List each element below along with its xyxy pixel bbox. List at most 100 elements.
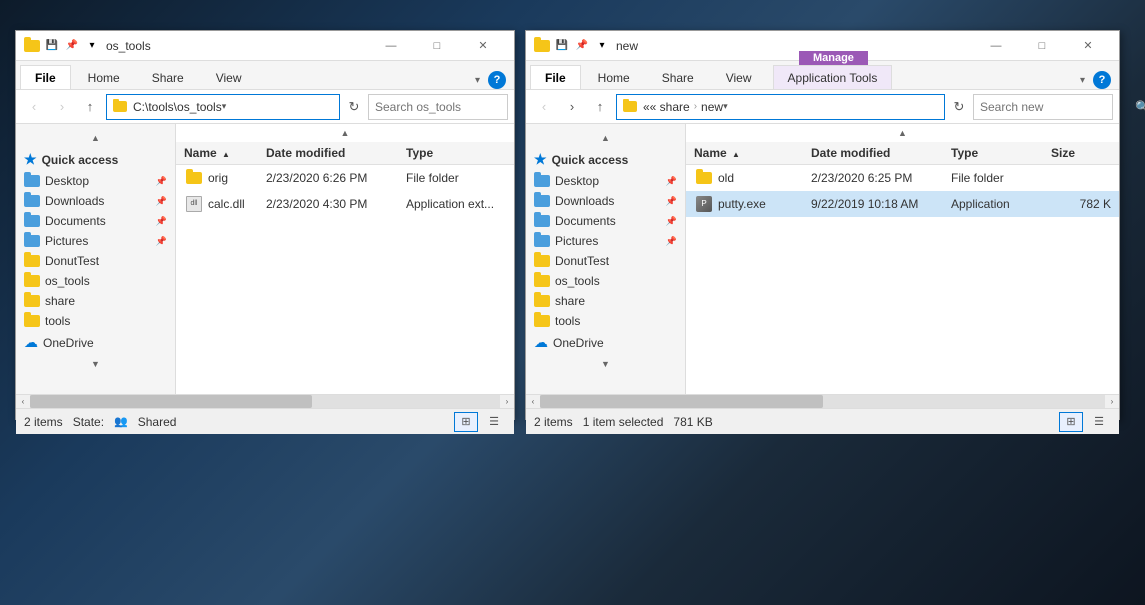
- file-row-orig[interactable]: orig 2/23/2020 6:26 PM File folder: [176, 165, 514, 191]
- sidebar-item-share-2[interactable]: share: [526, 291, 685, 311]
- minimize-button-1[interactable]: —: [368, 31, 414, 61]
- sidebar-item-pictures-2[interactable]: Pictures 📌: [526, 231, 685, 251]
- file-row-calcdll[interactable]: dll calc.dll 2/23/2020 4:30 PM Applicati…: [176, 191, 514, 217]
- col-date-header-2[interactable]: Date modified: [811, 146, 951, 160]
- tab-view-1[interactable]: View: [201, 65, 257, 89]
- close-button-1[interactable]: ✕: [460, 31, 506, 61]
- view-list-btn-1[interactable]: ☰: [482, 412, 506, 432]
- file-scroll-up-2[interactable]: ▲: [686, 124, 1119, 142]
- view-grid-btn-1[interactable]: ⊞: [454, 412, 478, 432]
- up-button-2[interactable]: ↑: [588, 95, 612, 119]
- view-list-btn-2[interactable]: ☰: [1087, 412, 1111, 432]
- title-folder-icon-2: [534, 38, 550, 54]
- breadcrumb-new[interactable]: new: [701, 100, 723, 114]
- refresh-button-2[interactable]: ↻: [949, 97, 969, 117]
- sidebar-item-documents-1[interactable]: Documents 📌: [16, 211, 175, 231]
- h-scrollbar-1[interactable]: ‹ ›: [16, 394, 514, 408]
- back-button-1[interactable]: ‹: [22, 95, 46, 119]
- title-save-icon-2[interactable]: 💾: [554, 38, 570, 54]
- windows-container: 💾 📌 ▾ os_tools — □ ✕ File Home Share Vie…: [0, 0, 1145, 605]
- sidebar-item-downloads-1[interactable]: Downloads 📌: [16, 191, 175, 211]
- file-scroll-up-1[interactable]: ▲: [176, 124, 514, 142]
- sidebar-item-share-1[interactable]: share: [16, 291, 175, 311]
- sidebar-item-desktop-1[interactable]: Desktop 📌: [16, 171, 175, 191]
- sidebar-item-documents-2[interactable]: Documents 📌: [526, 211, 685, 231]
- col-name-header-1[interactable]: Name ▲: [184, 146, 266, 160]
- title-pin-icon-2[interactable]: 📌: [574, 38, 590, 54]
- tab-home-1[interactable]: Home: [73, 65, 135, 89]
- sidebar-item-desktop-2[interactable]: Desktop 📌: [526, 171, 685, 191]
- sidebar-quick-access-1: ★ Quick access: [16, 148, 175, 171]
- sidebar-item-tools-2[interactable]: tools: [526, 311, 685, 331]
- sidebar-item-tools-1[interactable]: tools: [16, 311, 175, 331]
- up-button-1[interactable]: ↑: [78, 95, 102, 119]
- h-scroll-track-1[interactable]: [30, 395, 500, 408]
- h-scroll-track-2[interactable]: [540, 395, 1105, 408]
- refresh-button-1[interactable]: ↻: [344, 97, 364, 117]
- donuttest-folder-icon-2: [534, 255, 550, 267]
- col-name-header-2[interactable]: Name ▲: [694, 146, 811, 160]
- col-type-header-2[interactable]: Type: [951, 146, 1051, 160]
- col-date-header-1[interactable]: Date modified: [266, 146, 406, 160]
- sidebar-scroll-down-1[interactable]: ▼: [16, 354, 175, 374]
- search-input-1[interactable]: [375, 100, 530, 114]
- sidebar-scroll-down-2[interactable]: ▼: [526, 354, 685, 374]
- sidebar-scroll-up-1[interactable]: ▲: [16, 128, 175, 148]
- close-button-2[interactable]: ✕: [1065, 31, 1111, 61]
- status-bar-right-2: ⊞ ☰: [1059, 412, 1111, 432]
- title-pin-icon-1[interactable]: 📌: [64, 38, 80, 54]
- ribbon-chevron-2[interactable]: ▾: [1076, 73, 1089, 88]
- forward-button-1[interactable]: ›: [50, 95, 74, 119]
- breadcrumb-share[interactable]: «« share: [643, 100, 690, 114]
- help-button-1[interactable]: ?: [488, 71, 506, 89]
- col-size-header-2[interactable]: Size: [1051, 146, 1111, 160]
- address-dropdown-2[interactable]: ▾: [723, 101, 739, 112]
- maximize-button-2[interactable]: □: [1019, 31, 1065, 61]
- file-row-old[interactable]: old 2/23/2020 6:25 PM File folder: [686, 165, 1119, 191]
- tab-home-2[interactable]: Home: [583, 65, 645, 89]
- documents-label-2: Documents: [555, 214, 616, 228]
- h-scroll-right-2[interactable]: ›: [1105, 395, 1119, 409]
- back-button-2[interactable]: ‹: [532, 95, 556, 119]
- col-type-header-1[interactable]: Type: [406, 146, 506, 160]
- address-dropdown-1[interactable]: ▾: [222, 101, 238, 112]
- calcdll-name: calc.dll: [208, 197, 266, 211]
- address-bar-2: ‹ › ↑ «« share › new ▾ ↻ 🔍: [526, 90, 1119, 124]
- maximize-button-1[interactable]: □: [414, 31, 460, 61]
- sidebar-item-ostools-1[interactable]: os_tools: [16, 271, 175, 291]
- sidebar-item-donuttest-1[interactable]: DonutTest: [16, 251, 175, 271]
- title-dropdown-icon-1[interactable]: ▾: [84, 38, 100, 54]
- tab-application-tools[interactable]: Application Tools: [773, 65, 893, 89]
- view-grid-btn-2[interactable]: ⊞: [1059, 412, 1083, 432]
- sidebar-scroll-up-2[interactable]: ▲: [526, 128, 685, 148]
- title-dropdown-icon-2[interactable]: ▾: [594, 38, 610, 54]
- minimize-button-2[interactable]: —: [973, 31, 1019, 61]
- h-scroll-left-1[interactable]: ‹: [16, 395, 30, 409]
- search-box-1[interactable]: 🔍: [368, 94, 508, 120]
- address-input-wrap-1[interactable]: C:\tools\os_tools ▾: [106, 94, 340, 120]
- tab-share-1[interactable]: Share: [137, 65, 199, 89]
- address-input-wrap-2[interactable]: «« share › new ▾: [616, 94, 945, 120]
- h-scroll-right-1[interactable]: ›: [500, 395, 514, 409]
- tab-file-1[interactable]: File: [20, 65, 71, 89]
- h-scroll-left-2[interactable]: ‹: [526, 395, 540, 409]
- forward-button-2[interactable]: ›: [560, 95, 584, 119]
- tab-share-2[interactable]: Share: [647, 65, 709, 89]
- title-save-icon-1[interactable]: 💾: [44, 38, 60, 54]
- sidebar-item-ostools-2[interactable]: os_tools: [526, 271, 685, 291]
- h-scrollbar-2[interactable]: ‹ ›: [526, 394, 1119, 408]
- file-row-putty[interactable]: P putty.exe 9/22/2019 10:18 AM Applicati…: [686, 191, 1119, 217]
- tab-view-2[interactable]: View: [711, 65, 767, 89]
- sidebar-item-downloads-2[interactable]: Downloads 📌: [526, 191, 685, 211]
- search-box-2[interactable]: 🔍: [973, 94, 1113, 120]
- sidebar-item-onedrive-1[interactable]: ☁ OneDrive: [16, 331, 175, 354]
- tab-file-2[interactable]: File: [530, 65, 581, 89]
- putty-date: 9/22/2019 10:18 AM: [811, 197, 951, 211]
- help-button-2[interactable]: ?: [1093, 71, 1111, 89]
- sidebar-item-donuttest-2[interactable]: DonutTest: [526, 251, 685, 271]
- ribbon-chevron-1[interactable]: ▾: [471, 73, 484, 88]
- sidebar-item-pictures-1[interactable]: Pictures 📌: [16, 231, 175, 251]
- search-input-2[interactable]: [980, 100, 1135, 114]
- sidebar-item-onedrive-2[interactable]: ☁ OneDrive: [526, 331, 685, 354]
- ribbon-1: File Home Share View ▾ ?: [16, 61, 514, 90]
